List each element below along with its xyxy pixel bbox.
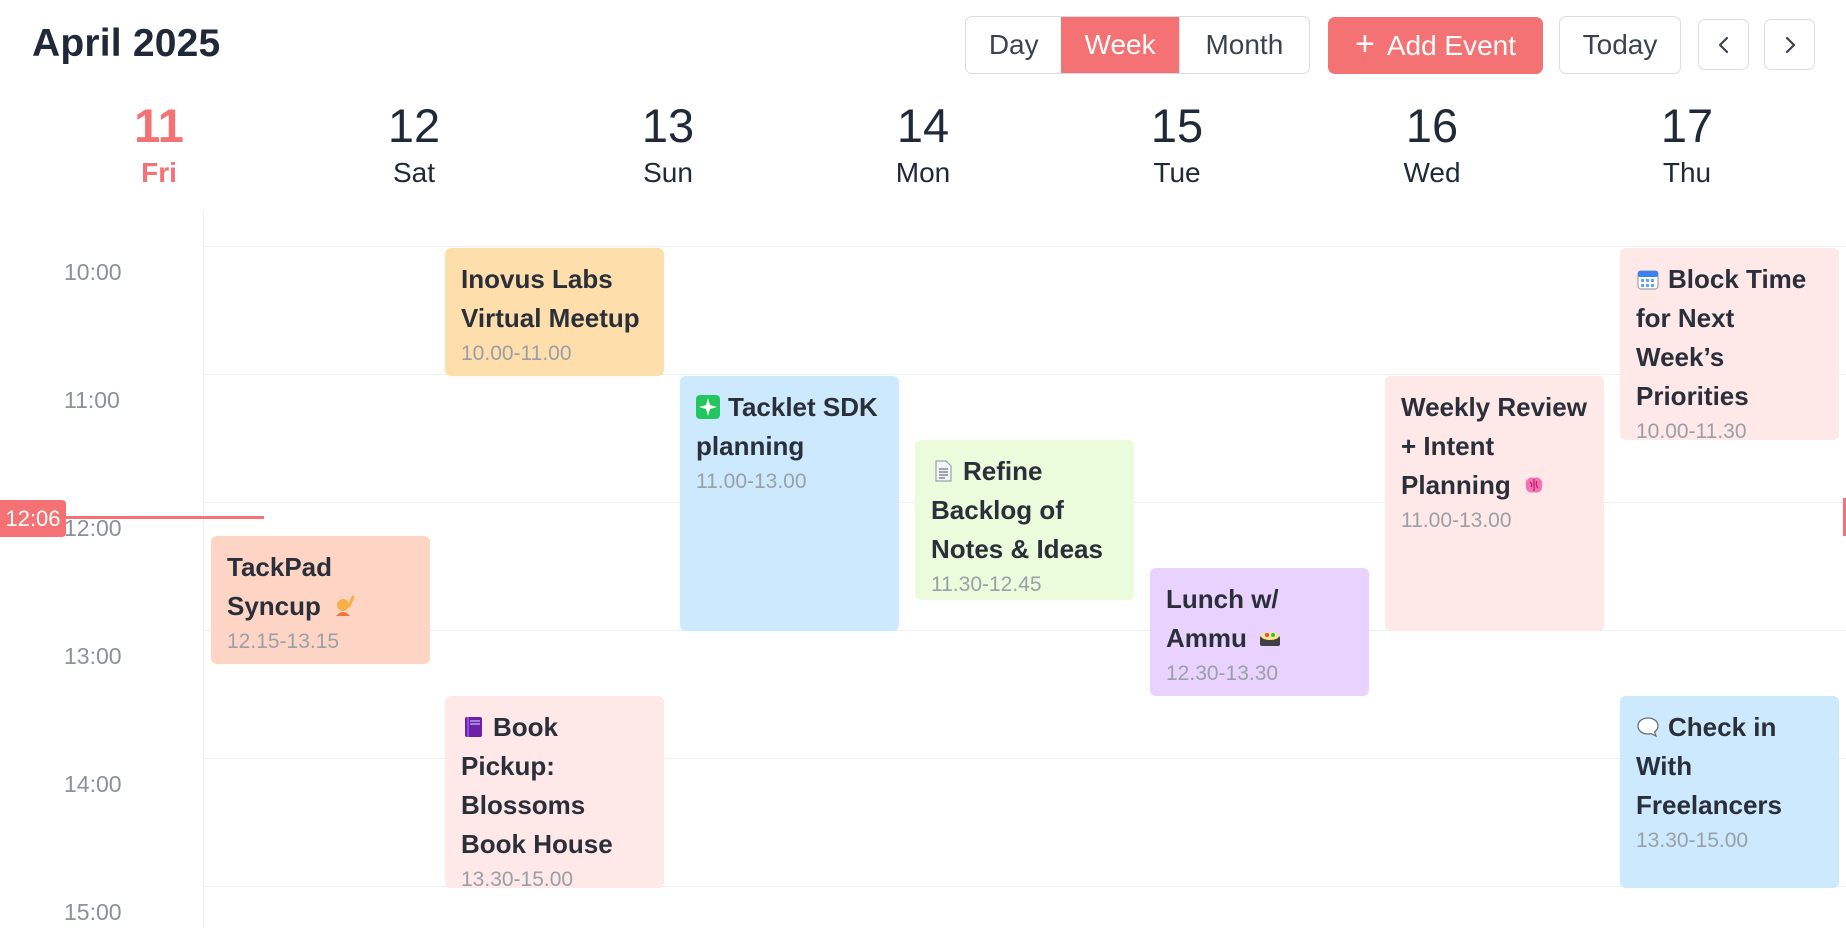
day-number: 16 [1405,99,1459,152]
hour-label: 11:00 [64,387,120,413]
event-time: 12.30-13.30 [1166,662,1279,685]
hour-label: 15:00 [64,899,122,925]
today-button[interactable]: Today [1559,16,1681,74]
day-header-thu[interactable]: 17 Thu [1560,100,1814,190]
event-card[interactable]: TackPad Syncup 12.15-13.15 [211,536,430,664]
event-title-row: Book Pickup: Blossoms Book House [461,708,648,864]
calendar-icon [1637,270,1659,290]
bento-icon [1260,632,1281,646]
day-number: 12 [387,99,441,152]
day-name: Sat [392,157,436,188]
month-title: April 2025 [32,22,221,65]
hour-label: 10:00 [64,259,122,285]
event-title: Weekly Review + Intent Planning [1401,392,1587,500]
event-time: 12.15-13.15 [227,630,340,653]
day-header-sun[interactable]: 13 Sun [541,100,795,190]
event-title: TackPad Syncup [227,552,333,621]
day-name: Fri [141,157,177,188]
day-header-sat[interactable]: 12 Sat [287,100,541,190]
chevron-right-icon [1785,36,1795,53]
event-card[interactable]: Refine Backlog of Notes & Ideas 11.30-12… [915,440,1134,600]
event-title: Block Time for Next Week’s Priorities [1636,264,1807,411]
event-time: 11.30-12.45 [931,573,1042,596]
day-number: 13 [641,99,695,152]
hour-label: 13:00 [64,643,122,669]
day-number: 15 [1150,99,1204,152]
speech-bubble-icon [1637,717,1659,738]
previous-week-button[interactable] [1698,19,1749,70]
day-name: Wed [1403,157,1461,188]
event-card[interactable]: Tacklet SDK planning 11.00-13.00 [680,376,899,631]
event-title-row: Refine Backlog of Notes & Ideas [931,452,1118,569]
brain-icon [1525,477,1543,493]
event-card[interactable]: Block Time for Next Week’s Priorities 10… [1620,248,1839,440]
event-title-row: Check in With Freelancers [1636,708,1823,825]
next-week-button[interactable] [1764,19,1815,70]
hour-line [203,246,1846,247]
day-name: Sun [643,157,693,188]
hour-label: 12:00 [64,515,122,541]
view-week-button[interactable]: Week [1061,17,1179,73]
event-card[interactable]: Weekly Review + Intent Planning 11.00-13… [1385,376,1604,631]
day-number: 17 [1660,99,1714,152]
event-card[interactable]: Check in With Freelancers 13.30-15.00 [1620,696,1839,888]
day-header-tue[interactable]: 15 Tue [1050,100,1304,190]
day-header-mon[interactable]: 14 Mon [796,100,1050,190]
day-header-fri[interactable]: 11 Fri [32,100,286,190]
event-title: Refine Backlog of Notes & Ideas [931,456,1103,564]
event-time: 10.00-11.00 [461,342,572,365]
day-header-wed[interactable]: 16 Wed [1305,100,1559,190]
hour-label: 14:00 [64,771,122,797]
day-number: 11 [134,99,184,152]
event-time: 13.30-15.00 [461,868,574,888]
view-month-button[interactable]: Month [1178,17,1309,73]
event-title-row: Weekly Review + Intent Planning [1401,388,1588,505]
event-title-row: Block Time for Next Week’s Priorities [1636,260,1823,416]
add-event-button[interactable]: + Add Event [1328,17,1543,74]
plus-icon: + [1354,25,1375,63]
time-column-divider [203,210,204,928]
view-day-button[interactable]: Day [966,17,1061,73]
event-title: Inovus Labs Virtual Meetup [461,264,640,333]
day-name: Mon [895,157,951,188]
day-name: Thu [1662,157,1712,188]
day-number: 14 [896,99,950,152]
event-title-row: TackPad Syncup [227,548,414,626]
event-time: 11.00-13.00 [696,470,807,493]
view-toggle: Day Week Month [965,16,1310,74]
sparkles-icon [696,395,720,419]
event-title-row: Lunch w/ Ammu [1166,580,1353,658]
event-card[interactable]: Book Pickup: Blossoms Book House 13.30-1… [445,696,664,888]
day-name: Tue [1153,157,1201,188]
event-time: 13.30-15.00 [1636,829,1749,852]
event-time: 11.00-13.00 [1401,509,1512,532]
event-title: Tacklet SDK planning [696,392,878,461]
event-card[interactable]: Inovus Labs Virtual Meetup 10.00-11.00 [445,248,664,376]
event-card[interactable]: Lunch w/ Ammu 12.30-13.30 [1150,568,1369,696]
current-time-badge: 12:06 [0,500,66,537]
notebook-icon [465,717,482,737]
chevron-left-icon [1718,36,1728,53]
event-time: 10.00-11.30 [1636,420,1747,440]
raising-hand-emoji-icon [336,595,355,616]
event-title-row: Tacklet SDK planning [696,388,883,466]
page-icon [935,460,952,482]
add-event-label: Add Event [1386,29,1517,61]
